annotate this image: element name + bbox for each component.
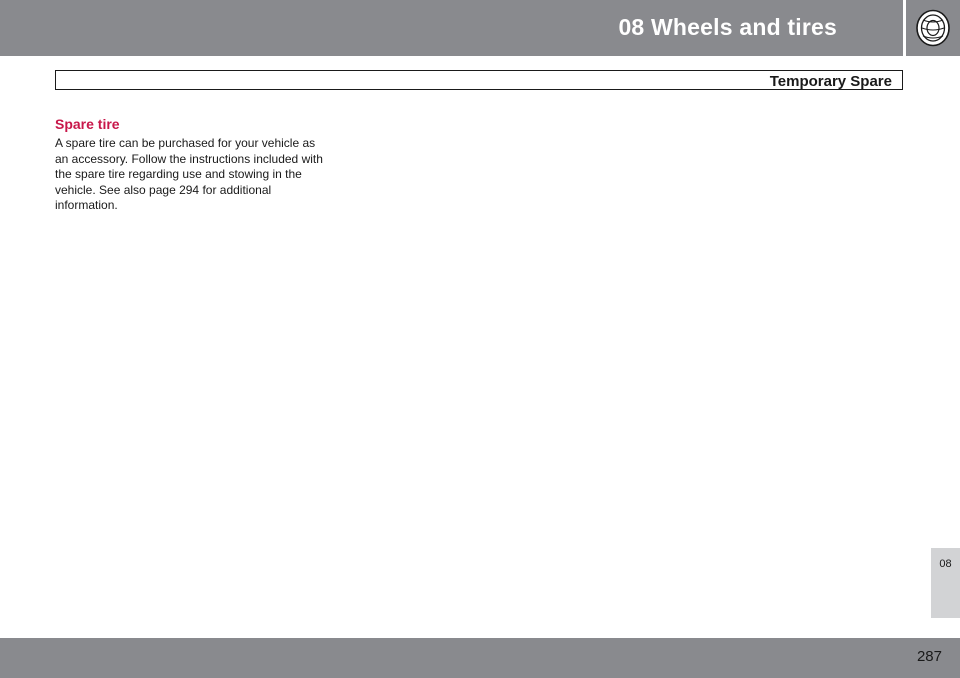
page-number: 287 (916, 648, 942, 665)
content-heading: Spare tire (55, 116, 120, 132)
chapter-header: 08 Wheels and tires (0, 0, 903, 56)
content-column: Spare tire A spare tire can be purchased… (55, 116, 325, 214)
section-title: Temporary Spare (769, 73, 892, 90)
chapter-icon-box (906, 0, 960, 56)
chapter-tab-label: 08 (939, 558, 952, 570)
tire-icon (916, 9, 950, 47)
section-title-bar: Temporary Spare (55, 70, 903, 90)
chapter-side-tab: 08 (931, 548, 960, 618)
content-body: A spare tire can be purchased for your v… (55, 136, 323, 212)
footer-bar: 287 (0, 638, 960, 678)
chapter-title: 08 Wheels and tires (618, 14, 837, 40)
